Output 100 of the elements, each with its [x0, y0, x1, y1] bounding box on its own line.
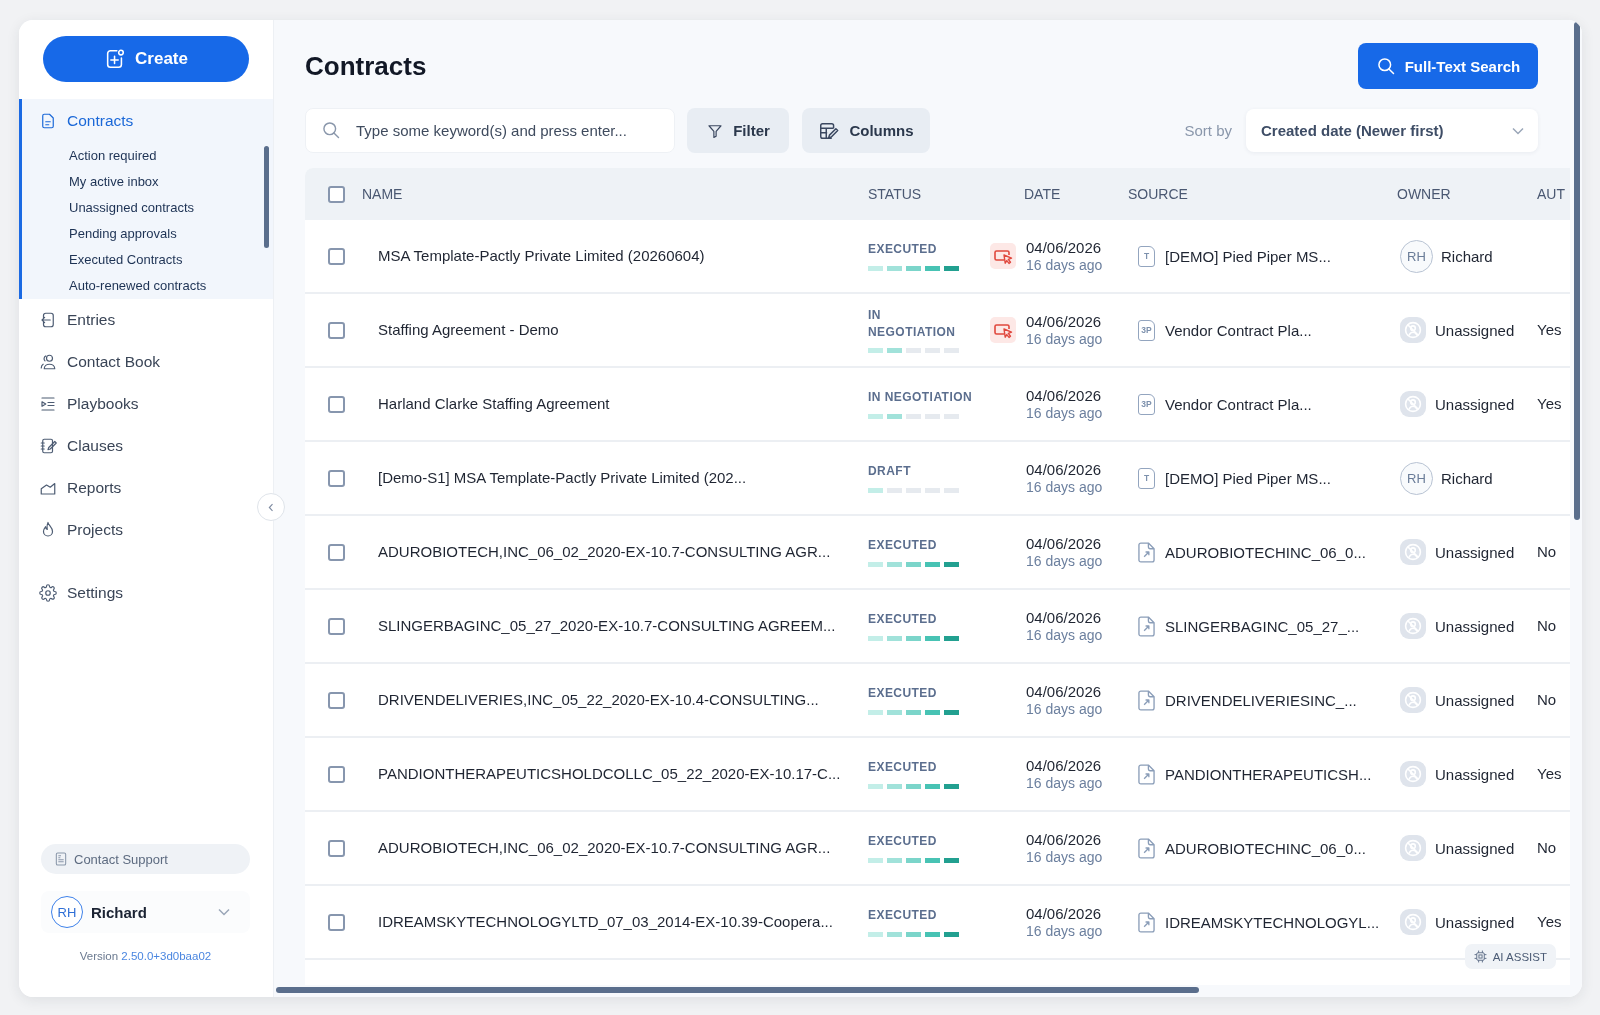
cursor-box-icon[interactable]: [990, 317, 1016, 343]
yes-no-value: No: [1537, 691, 1557, 708]
sort-dropdown[interactable]: Created date (Newer first): [1246, 109, 1538, 152]
nav-item[interactable]: Projects: [22, 509, 247, 551]
source-name[interactable]: Vendor Contract Pla...: [1165, 321, 1312, 339]
source-name[interactable]: ADUROBIOTECHINC_06_0...: [1165, 543, 1366, 561]
contact-support-button[interactable]: Contact Support: [41, 844, 250, 874]
column-header[interactable]: AUT: [1537, 186, 1565, 202]
nav-item[interactable]: Entries: [22, 299, 247, 341]
yes-no-value: Yes: [1537, 765, 1562, 782]
contract-name[interactable]: IDREAMSKYTECHNOLOGYLTD_07_03_2014-EX-10.39-Coopera...: [378, 913, 833, 930]
source-name[interactable]: [DEMO] Pied Piper MS...: [1165, 247, 1331, 265]
chevron-down-icon: [1512, 126, 1524, 135]
file-arrow-icon: [1138, 615, 1155, 637]
nav-item[interactable]: Contact Book: [22, 341, 247, 383]
nav-subitem[interactable]: Action required: [22, 142, 247, 168]
created-date: 04/06/2026: [1026, 461, 1103, 478]
owner-name: Unassigned: [1435, 543, 1515, 561]
checkbox[interactable]: [328, 469, 345, 487]
source-name[interactable]: [DEMO] Pied Piper MS...: [1165, 469, 1331, 487]
nav-subitem[interactable]: Unassigned contracts: [22, 194, 247, 220]
nav-subitem[interactable]: Executed Contracts: [22, 246, 247, 272]
checkbox[interactable]: [328, 617, 345, 635]
contract-name[interactable]: Harland Clarke Staffing Agreement: [378, 395, 610, 412]
avatar: RH: [51, 896, 83, 928]
status-label: EXECUTED: [868, 537, 938, 554]
horizontal-scrollbar[interactable]: [276, 987, 1199, 993]
file-type-badge: 3P: [1138, 319, 1155, 341]
source-name[interactable]: SLINGERBAGINC_05_27_...: [1165, 617, 1360, 635]
user-off-icon: [1400, 391, 1426, 417]
document-icon: [39, 112, 57, 130]
column-header[interactable]: OWNER: [1397, 186, 1451, 202]
nav-item[interactable]: Settings: [22, 572, 247, 614]
checkbox[interactable]: [328, 395, 345, 413]
full-text-search-button[interactable]: Full-Text Search: [1358, 43, 1538, 89]
column-header[interactable]: SOURCE: [1128, 186, 1188, 202]
source-name[interactable]: IDREAMSKYTECHNOLOGYL...: [1165, 913, 1380, 931]
column-header[interactable]: DATE: [1024, 186, 1061, 202]
document-arrow-icon: [39, 311, 57, 329]
file-arrow-icon: [1138, 689, 1155, 711]
contract-name[interactable]: ADUROBIOTECH,INC_06_02_2020-EX-10.7-CONSULTING AGR...: [378, 839, 831, 856]
ai-assist-button[interactable]: AI ASSIST: [1464, 944, 1556, 969]
user-off-icon: [1400, 761, 1426, 787]
checkbox[interactable]: [328, 185, 345, 203]
source-name[interactable]: PANDIONTHERAPEUTICSH...: [1165, 765, 1372, 783]
source-name[interactable]: DRIVENDELIVERIESINC_...: [1165, 691, 1357, 709]
created-date: 04/06/2026: [1026, 387, 1103, 404]
checkbox[interactable]: [328, 321, 345, 339]
source-name[interactable]: Vendor Contract Pla...: [1165, 395, 1312, 413]
contract-name[interactable]: SLINGERBAGINC_05_27_2020-EX-10.7-CONSULTING AGREEM...: [378, 617, 836, 634]
create-button[interactable]: Create: [43, 36, 249, 82]
page-title: Contracts: [305, 50, 427, 82]
cursor-box-icon[interactable]: [990, 243, 1016, 269]
contract-name[interactable]: DRIVENDELIVERIES,INC_05_22_2020-EX-10.4-CONSULTING...: [378, 691, 819, 708]
nav-subitem[interactable]: Pending approvals: [22, 220, 247, 246]
sort-label: Sort by: [1184, 122, 1232, 139]
owner-name: Unassigned: [1435, 839, 1515, 857]
contract-name[interactable]: MSA Template-Pactly Private Limited (20260604): [378, 247, 705, 264]
column-header[interactable]: STATUS: [868, 186, 922, 202]
checkbox[interactable]: [328, 543, 345, 561]
file-plus-icon: [104, 48, 127, 70]
status-label: EXECUTED: [868, 833, 938, 850]
nav-item[interactable]: Contracts: [22, 100, 247, 142]
status-label: IN NEGOTIATION: [868, 389, 973, 406]
checkbox[interactable]: [328, 765, 345, 783]
file-type-badge: T: [1138, 467, 1155, 489]
contract-name[interactable]: [Demo-S1] MSA Template-Pactly Private Limited (202...: [378, 469, 747, 486]
contract-name[interactable]: PANDIONTHERAPEUTICSHOLDCOLLC_05_22_2020-EX-10.17-C...: [378, 765, 841, 782]
contract-name[interactable]: ADUROBIOTECH,INC_06_02_2020-EX-10.7-CONSULTING AGR...: [378, 543, 831, 560]
checkbox[interactable]: [328, 247, 345, 265]
checkbox[interactable]: [328, 691, 345, 709]
document-icon: [53, 851, 69, 867]
nav-subitem[interactable]: Auto-renewed contracts: [22, 272, 247, 298]
nav-subitem[interactable]: My active inbox: [22, 168, 247, 194]
owner-name: Unassigned: [1435, 913, 1515, 931]
checkbox[interactable]: [328, 839, 345, 857]
filter-button[interactable]: Filter: [687, 108, 789, 153]
search-icon: [1375, 56, 1396, 76]
checkbox[interactable]: [328, 913, 345, 931]
yes-no-value: No: [1537, 839, 1557, 856]
yes-no-value: Yes: [1537, 913, 1562, 930]
nav-item[interactable]: Reports: [22, 467, 247, 509]
nav-item[interactable]: Playbooks: [22, 383, 247, 425]
sidebar-scrollbar[interactable]: [264, 146, 269, 248]
relative-date: 16 days ago: [1026, 553, 1104, 569]
column-header[interactable]: NAME: [362, 186, 403, 202]
search-field[interactable]: Type some keyword(s) and press enter...: [305, 108, 675, 153]
owner-name: Unassigned: [1435, 321, 1515, 339]
status-label: IN NEGOTIATION: [868, 306, 957, 341]
yes-no-value: Yes: [1537, 321, 1562, 338]
vertical-scrollbar[interactable]: [1574, 22, 1580, 520]
file-arrow-icon: [1138, 911, 1155, 933]
owner-name: Richard: [1441, 247, 1493, 265]
chevron-left-icon: [268, 502, 274, 512]
source-name[interactable]: ADUROBIOTECHINC_06_0...: [1165, 839, 1366, 857]
columns-button[interactable]: Columns: [802, 108, 930, 153]
user-menu[interactable]: RH Richard: [41, 891, 250, 933]
nav-item[interactable]: Clauses: [22, 425, 247, 467]
contract-name[interactable]: Staffing Agreement - Demo: [378, 321, 559, 338]
chevron-down-icon: [218, 908, 230, 916]
